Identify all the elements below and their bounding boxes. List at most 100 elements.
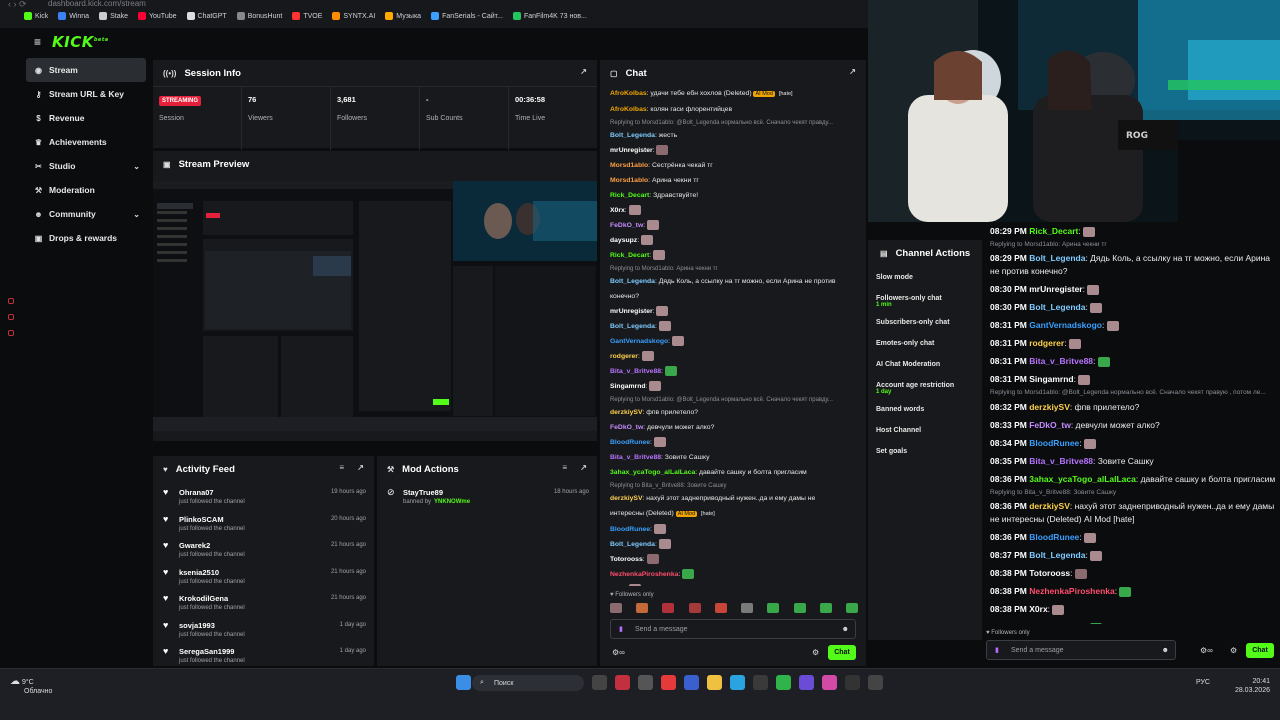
address-bar[interactable]: dashboard.kick.com/stream xyxy=(48,0,146,8)
chevron-down-icon[interactable]: ⌄ xyxy=(133,162,140,171)
telegram-icon[interactable] xyxy=(730,675,745,690)
clock[interactable]: 20:41 28.03.2026 xyxy=(1235,677,1270,695)
chat-username[interactable]: Bolt_Legenda xyxy=(1029,253,1085,263)
record-icon[interactable] xyxy=(8,298,14,304)
chat-username[interactable]: Bolt_Legenda xyxy=(1029,550,1085,560)
chat-settings-icon[interactable]: ⚙ xyxy=(812,648,819,657)
app-icon[interactable] xyxy=(776,675,791,690)
chat-username[interactable]: AfroKolbas xyxy=(610,106,647,113)
bookmark-item[interactable]: FanFilm4K 73 нов... xyxy=(512,12,587,20)
chat-username[interactable]: mrUnregister xyxy=(610,147,653,154)
emote-icon[interactable] xyxy=(636,603,649,613)
chat-username[interactable]: Singamrnd xyxy=(1029,374,1073,384)
popout-settings-icon[interactable]: ⚙ xyxy=(1230,646,1237,655)
channel-action-emotes-only-chat[interactable]: Emotes-only chat xyxy=(868,340,982,361)
chat-username[interactable]: BloodRunee xyxy=(610,439,650,446)
chat-username[interactable]: X0rx xyxy=(1029,604,1047,614)
taskbar-search[interactable]: ⌕ Поиск xyxy=(472,675,584,691)
share-icon[interactable] xyxy=(8,330,14,336)
sidebar-item-studio[interactable]: ✂ Studio ⌄ xyxy=(26,154,146,178)
chat-username[interactable]: GantVernadskogo xyxy=(610,338,668,345)
chat-username[interactable]: Singamrnd xyxy=(610,383,646,390)
emote-icon[interactable] xyxy=(662,603,675,613)
external-link-icon[interactable]: ↗ xyxy=(849,67,856,76)
emote-icon[interactable] xyxy=(714,603,727,613)
chat-username[interactable]: Bolt_Legenda xyxy=(610,541,655,548)
chevron-down-icon[interactable]: ⌄ xyxy=(133,210,140,219)
bookmark-item[interactable]: ChatGPT xyxy=(186,12,227,20)
chat-username[interactable]: NezhenkaPiroshenka xyxy=(1029,586,1115,596)
chat-username[interactable]: NezhenkaPiroshenka xyxy=(610,571,678,578)
bookmark-item[interactable]: TVOE xyxy=(292,12,322,20)
chat-username[interactable]: rodgerer xyxy=(1029,338,1064,348)
chat-username[interactable]: BloodRunee xyxy=(1029,532,1079,542)
chat-username[interactable]: FeDkO_tw xyxy=(610,424,643,431)
chat-username[interactable]: 3ahax_ycaTogo_alLalLaca xyxy=(1029,474,1136,484)
popout-send-button[interactable]: Chat xyxy=(1246,643,1274,658)
sidebar-item-stream-url-key[interactable]: ⚷ Stream URL & Key xyxy=(26,82,146,106)
opera-icon[interactable] xyxy=(615,675,630,690)
yandex-icon[interactable] xyxy=(661,675,676,690)
kick-logo[interactable]: KICKbeta xyxy=(52,33,109,51)
chat-username[interactable]: rodgerer xyxy=(610,353,638,360)
bookmark-item[interactable]: SYNTX.AI xyxy=(332,12,375,20)
chat-username[interactable]: GantVernadskogo xyxy=(1029,320,1102,330)
chat-username[interactable]: Bolt_Legenda xyxy=(1029,302,1085,312)
menu-icon[interactable]: ≡ xyxy=(34,36,44,48)
chat-username[interactable]: Bita_v_Britve88 xyxy=(1029,356,1093,366)
chat-username[interactable]: Totorooss xyxy=(610,556,643,563)
chat-message-input[interactable]: ▮ Send a message ☻ xyxy=(610,619,856,639)
lock-icon[interactable] xyxy=(8,314,14,320)
chat-username[interactable]: Rick_Decart xyxy=(610,252,649,259)
app-icon[interactable] xyxy=(753,675,768,690)
chat-username[interactable]: Bolt_Legenda xyxy=(610,132,655,139)
emote-icon[interactable] xyxy=(845,603,858,613)
windows-start-icon[interactable] xyxy=(456,675,471,690)
bookmark-item[interactable]: Stake xyxy=(99,12,128,20)
chat-username[interactable]: Totorooss xyxy=(1029,568,1070,578)
channel-action-followers-only-chat[interactable]: Followers-only chat 1 min xyxy=(868,295,982,319)
chat-username[interactable]: BloodRunee xyxy=(1029,438,1079,448)
emote-icon[interactable] xyxy=(819,603,832,613)
chat-username[interactable]: derzkiySV xyxy=(1029,402,1070,412)
channel-action-host-channel[interactable]: Host Channel xyxy=(868,427,982,448)
chat-username[interactable]: Morsd1ablo xyxy=(610,162,648,169)
chat-username[interactable]: derzkiySV xyxy=(610,409,643,416)
chat-username[interactable]: FeDkO_tw xyxy=(610,222,643,229)
bookmark-item[interactable]: Музыка xyxy=(385,12,421,20)
mic-icon[interactable]: ▮ xyxy=(995,646,999,654)
chat-username[interactable]: Bolt_Legenda xyxy=(1029,622,1085,624)
sidebar-item-stream[interactable]: ◉ Stream xyxy=(26,58,146,82)
channel-action-banned-words[interactable]: Banned words xyxy=(868,406,982,427)
chat-username[interactable]: 3ahax_ycaTogo_alLalLaca xyxy=(610,469,695,476)
emoji-icon[interactable]: ☻ xyxy=(1162,647,1169,654)
external-link-icon[interactable]: ↗ xyxy=(357,463,364,472)
chat-username[interactable]: Bita_v_Britve88 xyxy=(610,454,661,461)
popout-chat-input[interactable]: ▮ Send a message ☻ xyxy=(986,640,1176,660)
sidebar-item-community[interactable]: ☻ Community ⌄ xyxy=(26,202,146,226)
obs-icon[interactable] xyxy=(845,675,860,690)
chat-username[interactable]: Rick_Decart xyxy=(1029,226,1078,236)
emote-icon[interactable] xyxy=(767,603,780,613)
chat-username[interactable]: Rick_Decart xyxy=(610,192,649,199)
sidebar-item-revenue[interactable]: $ Revenue xyxy=(26,106,146,130)
browser-nav-icons[interactable]: ‹ › ⟳ xyxy=(8,0,27,10)
channel-action-set-goals[interactable]: Set goals xyxy=(868,448,982,469)
emote-icon[interactable] xyxy=(688,603,701,613)
bookmark-item[interactable]: YouTube xyxy=(137,12,177,20)
chat-username[interactable]: Morsd1ablo xyxy=(610,177,648,184)
app-icon[interactable] xyxy=(822,675,837,690)
channel-action-subscribers-only-chat[interactable]: Subscribers-only chat xyxy=(868,319,982,340)
bookmark-item[interactable]: FanSerials - Сайт... xyxy=(431,12,503,20)
bookmark-item[interactable]: Winna xyxy=(58,12,89,20)
channel-action-slow-mode[interactable]: Slow mode xyxy=(868,274,982,295)
task-view-icon[interactable] xyxy=(592,675,607,690)
channel-action-ai-chat-moderation[interactable]: AI Chat Moderation xyxy=(868,361,982,382)
stream-preview-video[interactable] xyxy=(153,181,597,431)
sidebar-item-achievements[interactable]: ♛ Achievements xyxy=(26,130,146,154)
chat-username[interactable]: Bita_v_Britve88 xyxy=(1029,456,1093,466)
emoji-icon[interactable]: ☻ xyxy=(842,626,849,633)
external-link-icon[interactable]: ↗ xyxy=(580,463,587,472)
emote-icon[interactable] xyxy=(793,603,806,613)
emote-icon[interactable] xyxy=(610,603,622,613)
